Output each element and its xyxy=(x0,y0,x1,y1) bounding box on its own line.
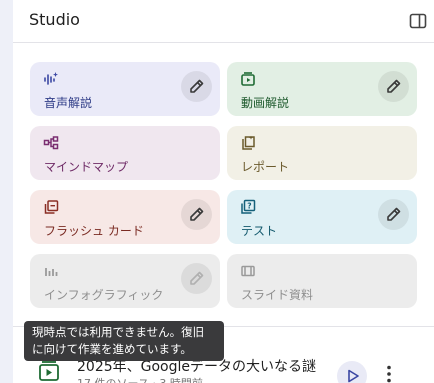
quiz-card[interactable]: ? テスト xyxy=(227,190,417,244)
studio-header: Studio xyxy=(13,0,434,43)
infographic-card[interactable]: インフォグラフィック xyxy=(30,254,220,308)
slides-icon xyxy=(240,263,256,279)
card-label: 動画解説 xyxy=(241,96,290,110)
card-label: スライド資料 xyxy=(241,288,314,302)
video-note-icon xyxy=(37,360,61,383)
note-subtitle: 17 件のソース · 3 時間前 xyxy=(77,375,203,383)
video-overview-card[interactable]: 動画解説 xyxy=(227,62,417,116)
edit-button[interactable] xyxy=(378,71,409,102)
slides-card[interactable]: スライド資料 xyxy=(227,254,417,308)
mindmap-icon xyxy=(43,135,59,151)
video-icon xyxy=(240,71,256,87)
more-vert-icon[interactable] xyxy=(381,364,397,383)
mindmap-card[interactable]: マインドマップ xyxy=(30,126,220,180)
card-label: フラッシュ カード xyxy=(44,224,144,238)
edit-button[interactable] xyxy=(181,71,212,102)
card-label: マインドマップ xyxy=(44,160,129,174)
audio-overview-card[interactable]: 音声解説 xyxy=(30,62,220,116)
tooltip-line-2: に向けて作業を進めています。 xyxy=(32,342,192,356)
card-label: テスト xyxy=(241,224,278,238)
card-label: インフォグラフィック xyxy=(44,288,164,302)
edit-button[interactable] xyxy=(181,263,212,294)
quiz-icon: ? xyxy=(240,199,256,215)
edit-button[interactable] xyxy=(378,199,409,230)
card-label: レポート xyxy=(241,160,290,174)
panel-toggle-icon[interactable] xyxy=(407,10,429,32)
report-icon xyxy=(240,135,256,151)
flashcards-card[interactable]: フラッシュ カード xyxy=(30,190,220,244)
card-label: 音声解説 xyxy=(44,96,93,110)
unavailable-tooltip: 現時点では利用できません。復旧 に向けて作業を進めています。 xyxy=(24,321,224,361)
report-card[interactable]: レポート xyxy=(227,126,417,180)
play-button[interactable] xyxy=(337,361,367,383)
tooltip-line-1: 現時点では利用できません。復旧 xyxy=(32,325,205,339)
infographic-icon xyxy=(43,263,59,279)
edit-button[interactable] xyxy=(181,199,212,230)
panel-title: Studio xyxy=(29,10,80,29)
audio-waveform-icon xyxy=(43,71,59,87)
flashcards-icon xyxy=(43,199,59,215)
svg-text:?: ? xyxy=(247,202,251,211)
